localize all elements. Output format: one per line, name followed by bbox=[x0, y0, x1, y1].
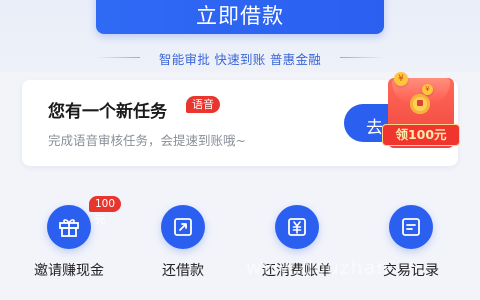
shortcut-label: 还借款 bbox=[162, 263, 204, 279]
record-icon bbox=[389, 205, 433, 249]
voice-badge: 语音 bbox=[186, 96, 220, 113]
tagline-divider-right bbox=[340, 57, 384, 58]
bill-icon bbox=[275, 205, 319, 249]
reward-badge: 100元 bbox=[89, 196, 122, 226]
shortcut-records[interactable]: 交易记录 bbox=[371, 205, 451, 295]
shortcut-repay[interactable]: 还借款 bbox=[143, 205, 223, 295]
coin-icon: ¥ bbox=[394, 72, 408, 86]
tagline: 智能审批 快速到账 普惠金融 bbox=[158, 52, 322, 67]
red-packet-label: 领100元 bbox=[382, 124, 460, 146]
watermark: www.douzhan bbox=[246, 257, 390, 279]
shortcut-bill[interactable]: 还消费账单 bbox=[257, 205, 337, 295]
red-packet-seal-icon bbox=[410, 94, 430, 114]
task-description: 完成语音审核任务，会提速到账哦~ bbox=[48, 133, 246, 148]
go-button-label: 去 bbox=[366, 118, 383, 138]
borrow-now-label: 立即借款 bbox=[196, 4, 284, 28]
task-title: 您有一个新任务 bbox=[48, 102, 167, 122]
red-packet-promo[interactable]: ¥ ¥ 领100元 bbox=[382, 72, 460, 150]
shortcut-label: 邀请赚现金 bbox=[34, 263, 104, 279]
coin-icon: ¥ bbox=[422, 84, 433, 95]
gift-icon bbox=[47, 205, 91, 249]
borrow-now-button[interactable]: 立即借款 bbox=[96, 0, 384, 34]
shortcut-invite[interactable]: 100元 邀请赚现金 bbox=[29, 196, 122, 295]
repay-icon bbox=[161, 205, 205, 249]
